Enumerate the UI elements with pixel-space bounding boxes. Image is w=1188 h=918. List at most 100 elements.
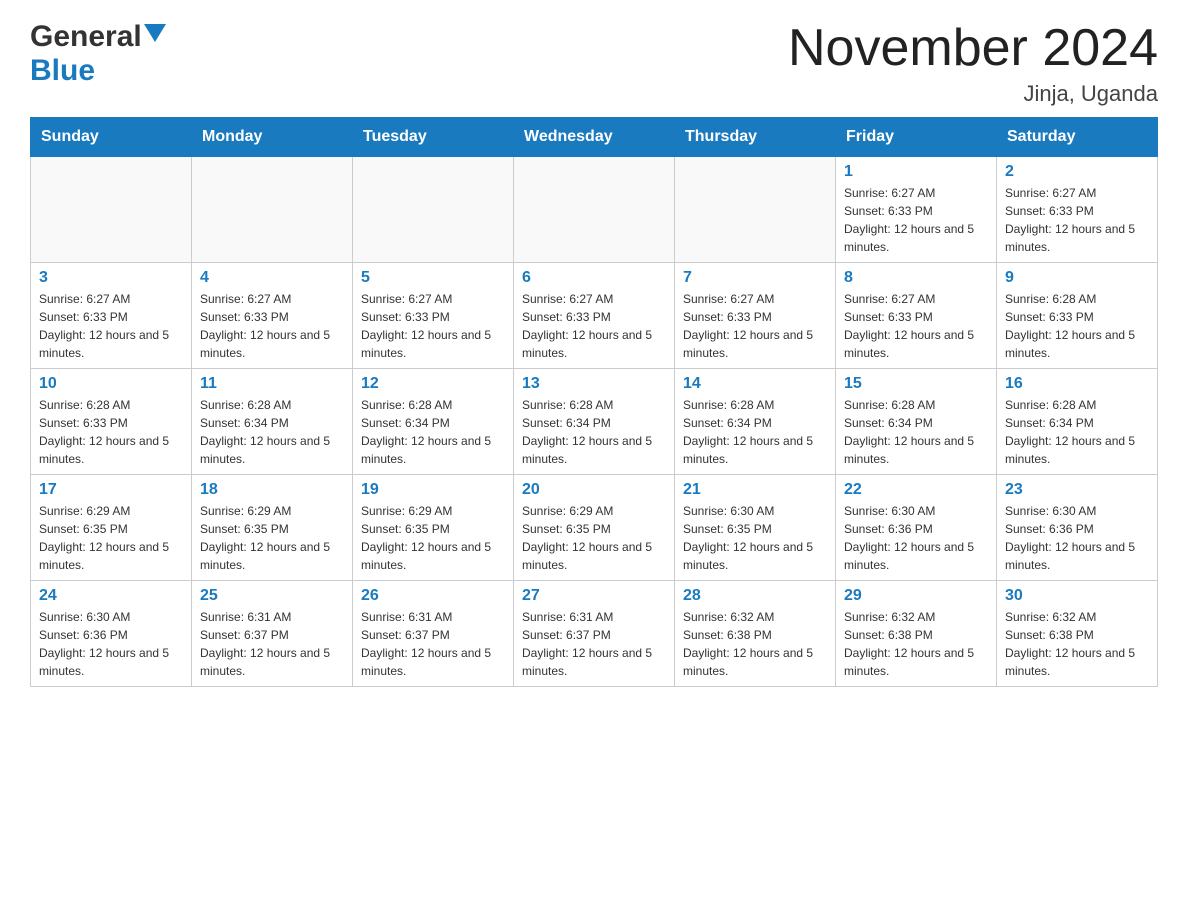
calendar-cell: 5 Sunrise: 6:27 AMSunset: 6:33 PMDaylight…: [353, 263, 514, 369]
day-number: 5: [361, 269, 505, 287]
calendar-cell: 22 Sunrise: 6:30 AMSunset: 6:36 PMDayligh…: [836, 475, 997, 581]
calendar-day-header: Thursday: [675, 118, 836, 157]
day-number: 7: [683, 269, 827, 287]
day-info: Sunrise: 6:27 AMSunset: 6:33 PMDaylight:…: [200, 290, 344, 362]
day-info: Sunrise: 6:32 AMSunset: 6:38 PMDaylight:…: [1005, 608, 1149, 680]
day-info: Sunrise: 6:28 AMSunset: 6:33 PMDaylight:…: [39, 396, 183, 468]
day-number: 25: [200, 587, 344, 605]
logo-blue-text: Blue: [30, 54, 95, 88]
day-info: Sunrise: 6:28 AMSunset: 6:34 PMDaylight:…: [361, 396, 505, 468]
day-number: 2: [1005, 163, 1149, 181]
calendar-cell: 21 Sunrise: 6:30 AMSunset: 6:35 PMDayligh…: [675, 475, 836, 581]
calendar-cell: 1 Sunrise: 6:27 AMSunset: 6:33 PMDaylight…: [836, 157, 997, 263]
calendar-table: SundayMondayTuesdayWednesdayThursdayFrid…: [30, 117, 1158, 687]
day-info: Sunrise: 6:27 AMSunset: 6:33 PMDaylight:…: [361, 290, 505, 362]
day-info: Sunrise: 6:27 AMSunset: 6:33 PMDaylight:…: [1005, 184, 1149, 256]
day-info: Sunrise: 6:28 AMSunset: 6:34 PMDaylight:…: [844, 396, 988, 468]
day-info: Sunrise: 6:27 AMSunset: 6:33 PMDaylight:…: [844, 184, 988, 256]
calendar-cell: 27 Sunrise: 6:31 AMSunset: 6:37 PMDayligh…: [514, 581, 675, 687]
day-number: 29: [844, 587, 988, 605]
day-info: Sunrise: 6:31 AMSunset: 6:37 PMDaylight:…: [522, 608, 666, 680]
title-area: November 2024 Jinja, Uganda: [788, 20, 1158, 107]
day-number: 13: [522, 375, 666, 393]
month-title: November 2024: [788, 20, 1158, 77]
day-number: 4: [200, 269, 344, 287]
day-number: 9: [1005, 269, 1149, 287]
calendar-cell: 29 Sunrise: 6:32 AMSunset: 6:38 PMDayligh…: [836, 581, 997, 687]
calendar-cell: 23Sunrise: 6:30 AMSunset: 6:36 PMDayligh…: [997, 475, 1158, 581]
calendar-cell: 6 Sunrise: 6:27 AMSunset: 6:33 PMDaylight…: [514, 263, 675, 369]
logo-arrow-icon: [144, 24, 166, 51]
day-info: Sunrise: 6:32 AMSunset: 6:38 PMDaylight:…: [844, 608, 988, 680]
calendar-cell: 11Sunrise: 6:28 AMSunset: 6:34 PMDayligh…: [192, 369, 353, 475]
day-number: 28: [683, 587, 827, 605]
day-number: 26: [361, 587, 505, 605]
calendar-cell: [675, 157, 836, 263]
calendar-cell: 25 Sunrise: 6:31 AMSunset: 6:37 PMDayligh…: [192, 581, 353, 687]
calendar-week-row: 24Sunrise: 6:30 AMSunset: 6:36 PMDayligh…: [31, 581, 1158, 687]
day-number: 12: [361, 375, 505, 393]
day-number: 15: [844, 375, 988, 393]
calendar-cell: [192, 157, 353, 263]
calendar-day-header: Sunday: [31, 118, 192, 157]
day-info: Sunrise: 6:28 AMSunset: 6:34 PMDaylight:…: [522, 396, 666, 468]
calendar-cell: [31, 157, 192, 263]
day-info: Sunrise: 6:27 AMSunset: 6:33 PMDaylight:…: [522, 290, 666, 362]
page-header: General Blue November 2024 Jinja, Uganda: [30, 20, 1158, 107]
calendar-cell: 16 Sunrise: 6:28 AMSunset: 6:34 PMDayligh…: [997, 369, 1158, 475]
day-info: Sunrise: 6:27 AMSunset: 6:33 PMDaylight:…: [844, 290, 988, 362]
day-number: 19: [361, 481, 505, 499]
calendar-cell: 12 Sunrise: 6:28 AMSunset: 6:34 PMDayligh…: [353, 369, 514, 475]
calendar-week-row: 10 Sunrise: 6:28 AMSunset: 6:33 PMDayligh…: [31, 369, 1158, 475]
day-number: 21: [683, 481, 827, 499]
calendar-week-row: 3 Sunrise: 6:27 AMSunset: 6:33 PMDaylight…: [31, 263, 1158, 369]
day-number: 16: [1005, 375, 1149, 393]
calendar-cell: 30Sunrise: 6:32 AMSunset: 6:38 PMDayligh…: [997, 581, 1158, 687]
logo: General Blue: [30, 20, 166, 88]
calendar-cell: 24Sunrise: 6:30 AMSunset: 6:36 PMDayligh…: [31, 581, 192, 687]
calendar-cell: 3 Sunrise: 6:27 AMSunset: 6:33 PMDaylight…: [31, 263, 192, 369]
calendar-day-header: Friday: [836, 118, 997, 157]
day-number: 22: [844, 481, 988, 499]
day-number: 14: [683, 375, 827, 393]
day-number: 3: [39, 269, 183, 287]
day-number: 24: [39, 587, 183, 605]
day-number: 11: [200, 375, 344, 393]
calendar-cell: 10 Sunrise: 6:28 AMSunset: 6:33 PMDayligh…: [31, 369, 192, 475]
day-info: Sunrise: 6:31 AMSunset: 6:37 PMDaylight:…: [200, 608, 344, 680]
day-info: Sunrise: 6:29 AMSunset: 6:35 PMDaylight:…: [361, 502, 505, 574]
day-info: Sunrise: 6:30 AMSunset: 6:36 PMDaylight:…: [844, 502, 988, 574]
calendar-cell: 4 Sunrise: 6:27 AMSunset: 6:33 PMDaylight…: [192, 263, 353, 369]
calendar-cell: [353, 157, 514, 263]
calendar-day-header: Saturday: [997, 118, 1158, 157]
day-number: 8: [844, 269, 988, 287]
calendar-day-header: Tuesday: [353, 118, 514, 157]
calendar-cell: 19 Sunrise: 6:29 AMSunset: 6:35 PMDayligh…: [353, 475, 514, 581]
day-number: 18: [200, 481, 344, 499]
location: Jinja, Uganda: [788, 81, 1158, 107]
day-info: Sunrise: 6:29 AMSunset: 6:35 PMDaylight:…: [39, 502, 183, 574]
calendar-cell: 8 Sunrise: 6:27 AMSunset: 6:33 PMDaylight…: [836, 263, 997, 369]
calendar-cell: 17 Sunrise: 6:29 AMSunset: 6:35 PMDayligh…: [31, 475, 192, 581]
day-number: 1: [844, 163, 988, 181]
day-number: 6: [522, 269, 666, 287]
calendar-cell: 15 Sunrise: 6:28 AMSunset: 6:34 PMDayligh…: [836, 369, 997, 475]
day-number: 27: [522, 587, 666, 605]
day-info: Sunrise: 6:30 AMSunset: 6:35 PMDaylight:…: [683, 502, 827, 574]
calendar-day-header: Wednesday: [514, 118, 675, 157]
calendar-cell: 28Sunrise: 6:32 AMSunset: 6:38 PMDayligh…: [675, 581, 836, 687]
calendar-cell: 18 Sunrise: 6:29 AMSunset: 6:35 PMDayligh…: [192, 475, 353, 581]
day-number: 23: [1005, 481, 1149, 499]
calendar-day-header: Monday: [192, 118, 353, 157]
calendar-cell: 2 Sunrise: 6:27 AMSunset: 6:33 PMDaylight…: [997, 157, 1158, 263]
day-info: Sunrise: 6:27 AMSunset: 6:33 PMDaylight:…: [39, 290, 183, 362]
calendar-cell: 26Sunrise: 6:31 AMSunset: 6:37 PMDayligh…: [353, 581, 514, 687]
day-info: Sunrise: 6:28 AMSunset: 6:34 PMDaylight:…: [1005, 396, 1149, 468]
calendar-cell: 9Sunrise: 6:28 AMSunset: 6:33 PMDaylight…: [997, 263, 1158, 369]
day-number: 17: [39, 481, 183, 499]
calendar-week-row: 1 Sunrise: 6:27 AMSunset: 6:33 PMDaylight…: [31, 157, 1158, 263]
calendar-cell: [514, 157, 675, 263]
day-info: Sunrise: 6:27 AMSunset: 6:33 PMDaylight:…: [683, 290, 827, 362]
day-info: Sunrise: 6:29 AMSunset: 6:35 PMDaylight:…: [200, 502, 344, 574]
day-number: 10: [39, 375, 183, 393]
